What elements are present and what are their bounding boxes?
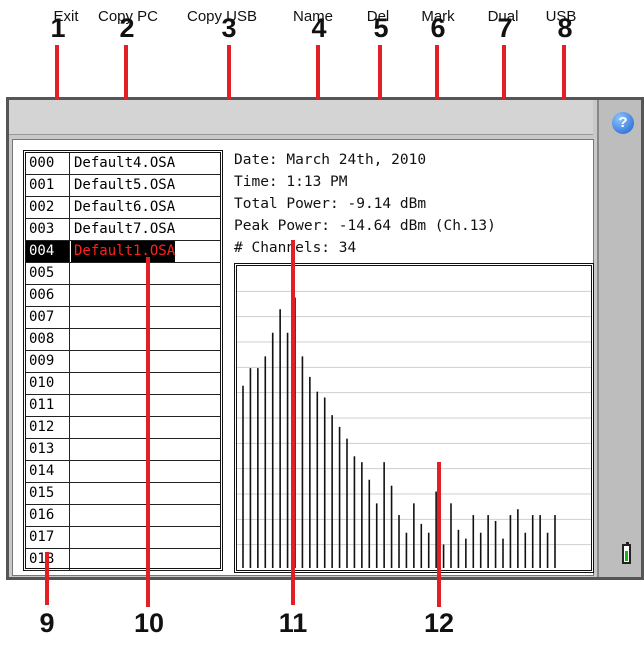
file-index: 008: [26, 329, 70, 350]
file-index: 015: [26, 483, 70, 504]
file-name: [71, 395, 74, 416]
file-row[interactable]: 016: [26, 505, 220, 527]
file-row[interactable]: 000 Default4.OSA: [26, 153, 220, 175]
file-index: 009: [26, 351, 70, 372]
callout-line-11: [291, 240, 295, 605]
spectrum-chart: [234, 263, 594, 573]
file-row[interactable]: 018: [26, 549, 220, 571]
menu-bar: [9, 100, 593, 135]
file-row[interactable]: 008: [26, 329, 220, 351]
callout-line-7: [502, 45, 506, 100]
file-row[interactable]: 011: [26, 395, 220, 417]
callout-line-12: [437, 462, 441, 607]
usb-button[interactable]: USB: [538, 0, 584, 34]
info-channels: # Channels: 34: [234, 240, 357, 256]
file-index: 003: [26, 219, 70, 240]
file-row[interactable]: 013: [26, 439, 220, 461]
info-total-power: Total Power: -9.14 dBm: [234, 196, 427, 212]
file-name: [71, 285, 74, 306]
file-index: 004: [26, 241, 70, 262]
callout-line-5: [378, 45, 382, 100]
copy-usb-button[interactable]: Copy USB: [180, 0, 264, 34]
callout-line-8: [562, 45, 566, 100]
file-name: [71, 439, 74, 460]
file-name: [71, 417, 74, 438]
callout-9: 9: [39, 608, 55, 638]
callout-11: 11: [278, 608, 308, 638]
callout-line-10: [146, 257, 150, 607]
file-name: [71, 461, 74, 482]
file-index: 014: [26, 461, 70, 482]
file-row[interactable]: 002 Default6.OSA: [26, 197, 220, 219]
file-index: 007: [26, 307, 70, 328]
battery-icon: [622, 542, 631, 564]
file-name: [71, 549, 74, 570]
file-name: [71, 483, 74, 504]
callout-10: 10: [133, 608, 165, 638]
exit-button[interactable]: Exit: [44, 0, 88, 34]
file-name: [71, 373, 74, 394]
file-row[interactable]: 007: [26, 307, 220, 329]
file-name: [71, 527, 74, 548]
info-date: Date: March 24th, 2010: [234, 152, 427, 168]
file-name: [71, 329, 74, 350]
file-row[interactable]: 003 Default7.OSA: [26, 219, 220, 241]
file-row[interactable]: 012: [26, 417, 220, 439]
file-index: 002: [26, 197, 70, 218]
callout-line-2: [124, 45, 128, 100]
file-name: [71, 307, 74, 328]
file-row[interactable]: 009: [26, 351, 220, 373]
info-peak-power: Peak Power: -14.64 dBm (Ch.13): [234, 218, 496, 234]
help-icon[interactable]: ?: [612, 112, 634, 134]
callout-line-1: [55, 45, 59, 100]
file-index: 010: [26, 373, 70, 394]
file-index: 005: [26, 263, 70, 284]
file-index: 013: [26, 439, 70, 460]
name-button[interactable]: Name: [284, 0, 342, 34]
callout-line-4: [316, 45, 320, 100]
copy-pc-button[interactable]: Copy PC: [90, 0, 166, 34]
file-index: 017: [26, 527, 70, 548]
dual-button[interactable]: Dual: [476, 0, 530, 34]
mark-button[interactable]: Mark: [410, 0, 466, 34]
file-row[interactable]: 014: [26, 461, 220, 483]
callout-12: 12: [423, 608, 455, 638]
file-name: [71, 351, 74, 372]
file-name: [71, 263, 74, 284]
callout-line-3: [227, 45, 231, 100]
callout-line-6: [435, 45, 439, 100]
file-row[interactable]: 001 Default5.OSA: [26, 175, 220, 197]
file-name: Default1.OSA: [71, 241, 176, 262]
file-index: 012: [26, 417, 70, 438]
file-name: Default5.OSA: [74, 177, 176, 193]
file-index: 000: [26, 153, 70, 174]
file-name: [71, 505, 74, 526]
file-row[interactable]: 017: [26, 527, 220, 549]
file-index: 016: [26, 505, 70, 526]
info-time: Time: 1:13 PM: [234, 174, 348, 190]
file-name: Default6.OSA: [74, 199, 176, 215]
file-index: 001: [26, 175, 70, 196]
right-side-panel: [597, 100, 641, 577]
file-list[interactable]: 000 Default4.OSA 001 Default5.OSA 002 Default…: [23, 150, 223, 571]
file-row[interactable]: 005: [26, 263, 220, 285]
file-index: 011: [26, 395, 70, 416]
file-row[interactable]: 010: [26, 373, 220, 395]
delete-button[interactable]: Del: [356, 0, 400, 34]
file-row[interactable]: 006: [26, 285, 220, 307]
file-index: 006: [26, 285, 70, 306]
file-row[interactable]: 015: [26, 483, 220, 505]
file-row[interactable]: 004 Default1.OSA: [26, 241, 220, 263]
callout-line-9: [45, 552, 49, 605]
file-name: Default7.OSA: [74, 221, 176, 237]
file-name: Default4.OSA: [74, 155, 176, 171]
